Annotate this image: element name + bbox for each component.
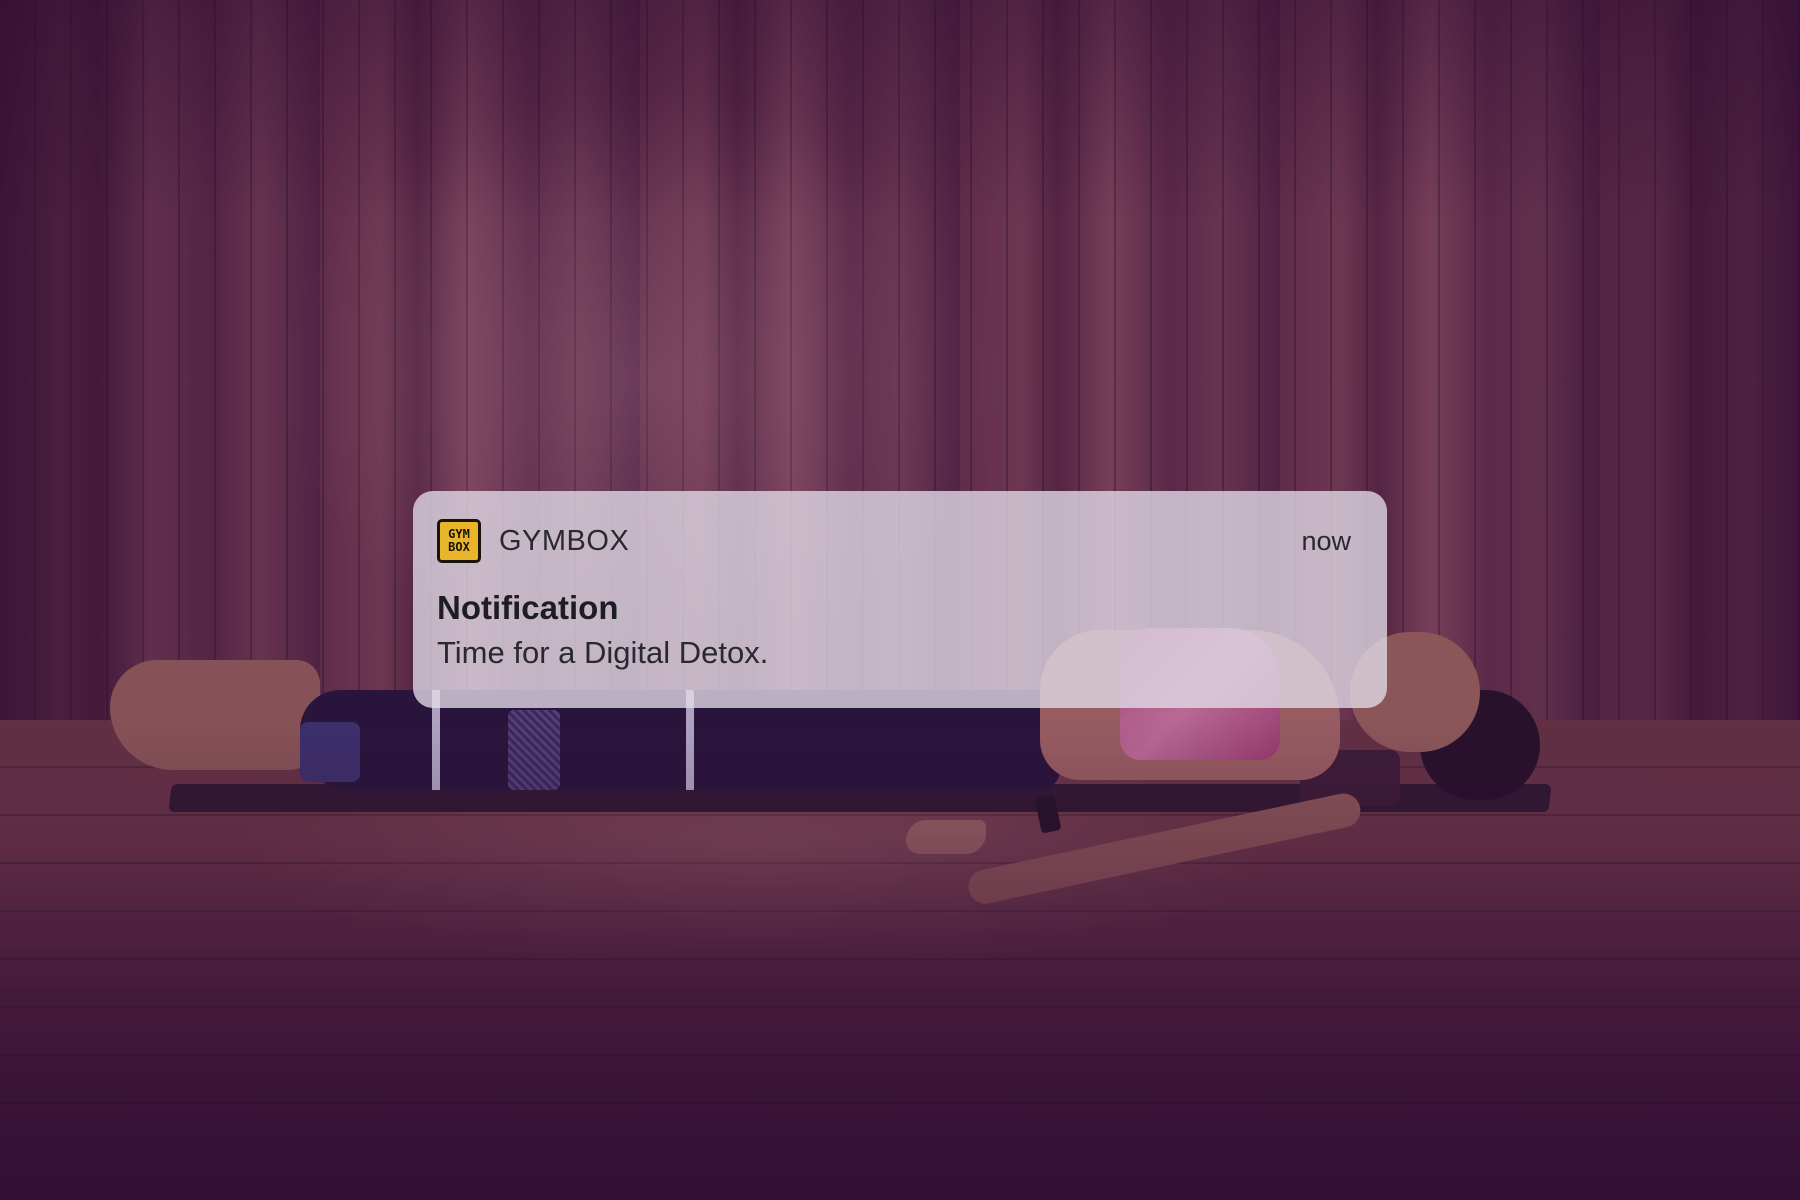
- notification-body: Time for a Digital Detox.: [437, 635, 769, 670]
- notification-header: GYM BOX GYMBOX now: [437, 517, 1351, 565]
- logo-line-2: BOX: [448, 540, 470, 554]
- push-notification[interactable]: GYM BOX GYMBOX now Notification Time for…: [413, 491, 1387, 708]
- app-name: GYMBOX: [499, 524, 630, 557]
- notification-timestamp: now: [1301, 525, 1351, 556]
- background-photo: GYM BOX GYMBOX now Notification Time for…: [0, 0, 1800, 1200]
- gymbox-logo-icon: GYM BOX: [437, 519, 481, 563]
- notification-title: Notification: [437, 589, 619, 626]
